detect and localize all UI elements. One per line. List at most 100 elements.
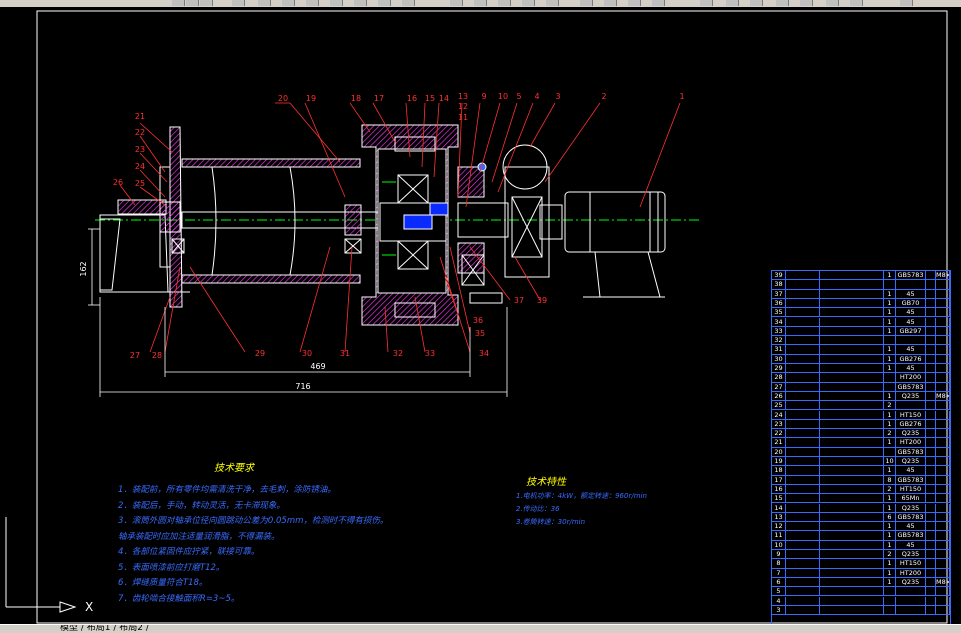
bom-cell	[926, 522, 936, 531]
bom-cell	[936, 438, 950, 447]
bom-cell: 1	[884, 364, 896, 373]
bom-cell: 34	[772, 317, 786, 326]
tool-button[interactable]	[800, 0, 813, 6]
part-number-label: 21	[135, 112, 145, 121]
bom-cell	[926, 596, 936, 605]
tool-button[interactable]	[354, 0, 367, 6]
bom-cell	[936, 568, 950, 577]
bom-cell	[786, 550, 820, 559]
bom-cell	[820, 577, 884, 587]
bom-cell: 45	[896, 308, 926, 317]
bom-cell	[926, 568, 936, 577]
tool-button[interactable]	[378, 0, 391, 6]
bom-cell	[884, 382, 896, 391]
bom-cell: 1	[884, 271, 896, 280]
bom-cell	[820, 587, 884, 596]
bom-cell	[926, 289, 936, 298]
bom-row: 35 1 45	[772, 308, 950, 318]
part-number-label: 16	[407, 94, 417, 103]
bom-cell	[936, 550, 950, 559]
tool-button[interactable]	[200, 0, 213, 6]
bom-cell	[786, 475, 820, 484]
tech-requirement-line: 4．各部位紧固件应拧紧，联接可靠。	[118, 547, 260, 557]
bom-cell: 32	[772, 336, 786, 345]
bom-cell	[926, 531, 936, 540]
bom-row: 19 10 Q235	[772, 457, 950, 467]
bom-cell: 45	[896, 317, 926, 326]
tool-button[interactable]	[474, 0, 487, 6]
bom-cell	[786, 289, 820, 298]
bom-cell: 1	[884, 419, 896, 429]
drawing-canvas[interactable]: 20 19 18 17 16 15 14 13 12 11 9 10 5 4 3 2 1 21 22 23 24 25 2…	[0, 7, 961, 625]
dimension-716: 716	[295, 382, 310, 391]
tool-button[interactable]	[652, 0, 665, 6]
bom-row: 34 1 45	[772, 317, 950, 327]
part-number-label: 9	[481, 92, 486, 101]
bom-row: 9 2 Q235	[772, 550, 950, 560]
bom-row: 4	[772, 596, 950, 606]
tool-button[interactable]	[726, 0, 739, 6]
tool-button[interactable]	[402, 0, 415, 6]
bom-row: 7 1 HT200	[772, 568, 950, 578]
tool-button[interactable]	[700, 0, 713, 6]
layout-tabs-label[interactable]: 模型 / 布局1 / 布局2 /	[60, 625, 149, 633]
bom-cell	[926, 419, 936, 429]
tool-button[interactable]	[604, 0, 617, 6]
bom-cell	[820, 364, 884, 373]
part-number-label: 13	[458, 92, 468, 101]
bom-cell	[926, 587, 936, 596]
part-number-label: 23	[135, 145, 145, 154]
tech-requirement-line: 3．滚筒外圆对轴承位径向圆跳动公差为0.05mm，检测时不得有损伤。	[118, 516, 389, 526]
bom-cell	[786, 540, 820, 549]
bom-cell: Q235	[896, 577, 926, 587]
bom-cell: 15	[772, 494, 786, 503]
tool-button[interactable]	[232, 0, 245, 6]
bom-cell	[786, 568, 820, 577]
bom-cell	[926, 503, 936, 512]
tool-button[interactable]	[826, 0, 839, 6]
tool-button[interactable]	[900, 0, 913, 6]
tool-button[interactable]	[186, 0, 199, 6]
bom-cell	[786, 429, 820, 438]
tool-button[interactable]	[546, 0, 559, 6]
bom-cell: 36	[772, 298, 786, 308]
bom-cell: Q235	[896, 550, 926, 559]
bom-cell	[820, 466, 884, 475]
bom-cell	[926, 354, 936, 363]
bom-row: 3	[772, 605, 950, 616]
tool-button[interactable]	[306, 0, 319, 6]
part-number-label: 11	[458, 113, 468, 122]
bom-cell: 37	[772, 289, 786, 298]
tool-button[interactable]	[330, 0, 343, 6]
tool-button[interactable]	[776, 0, 789, 6]
bom-cell: 2	[884, 401, 896, 410]
bom-cell: HT150	[896, 410, 926, 419]
bom-cell: M8×30	[936, 271, 950, 280]
bom-cell	[884, 373, 896, 382]
tool-button[interactable]	[850, 0, 863, 6]
bom-row: 26 1Q235 M8×30	[772, 391, 950, 402]
motor-base	[594, 251, 661, 298]
bom-cell	[820, 419, 884, 429]
tool-button[interactable]	[258, 0, 271, 6]
bom-cell: 1	[884, 494, 896, 503]
tool-button[interactable]	[580, 0, 593, 6]
bom-cell	[926, 540, 936, 549]
bom-cell: HT150	[896, 559, 926, 568]
bom-cell	[786, 484, 820, 494]
bom-cell	[820, 391, 884, 401]
tool-button[interactable]	[498, 0, 511, 6]
bom-cell	[786, 308, 820, 317]
tool-button[interactable]	[282, 0, 295, 6]
bom-cell	[820, 503, 884, 512]
tool-button[interactable]	[172, 0, 185, 6]
bom-row: 20 GB5783	[772, 447, 950, 457]
part-number-label: 5	[516, 92, 521, 101]
tool-button[interactable]	[522, 0, 535, 6]
bom-cell	[926, 466, 936, 475]
tool-button[interactable]	[450, 0, 463, 6]
bom-cell	[926, 429, 936, 438]
tool-button[interactable]	[750, 0, 763, 6]
bom-cell	[936, 484, 950, 494]
tool-button[interactable]	[628, 0, 641, 6]
